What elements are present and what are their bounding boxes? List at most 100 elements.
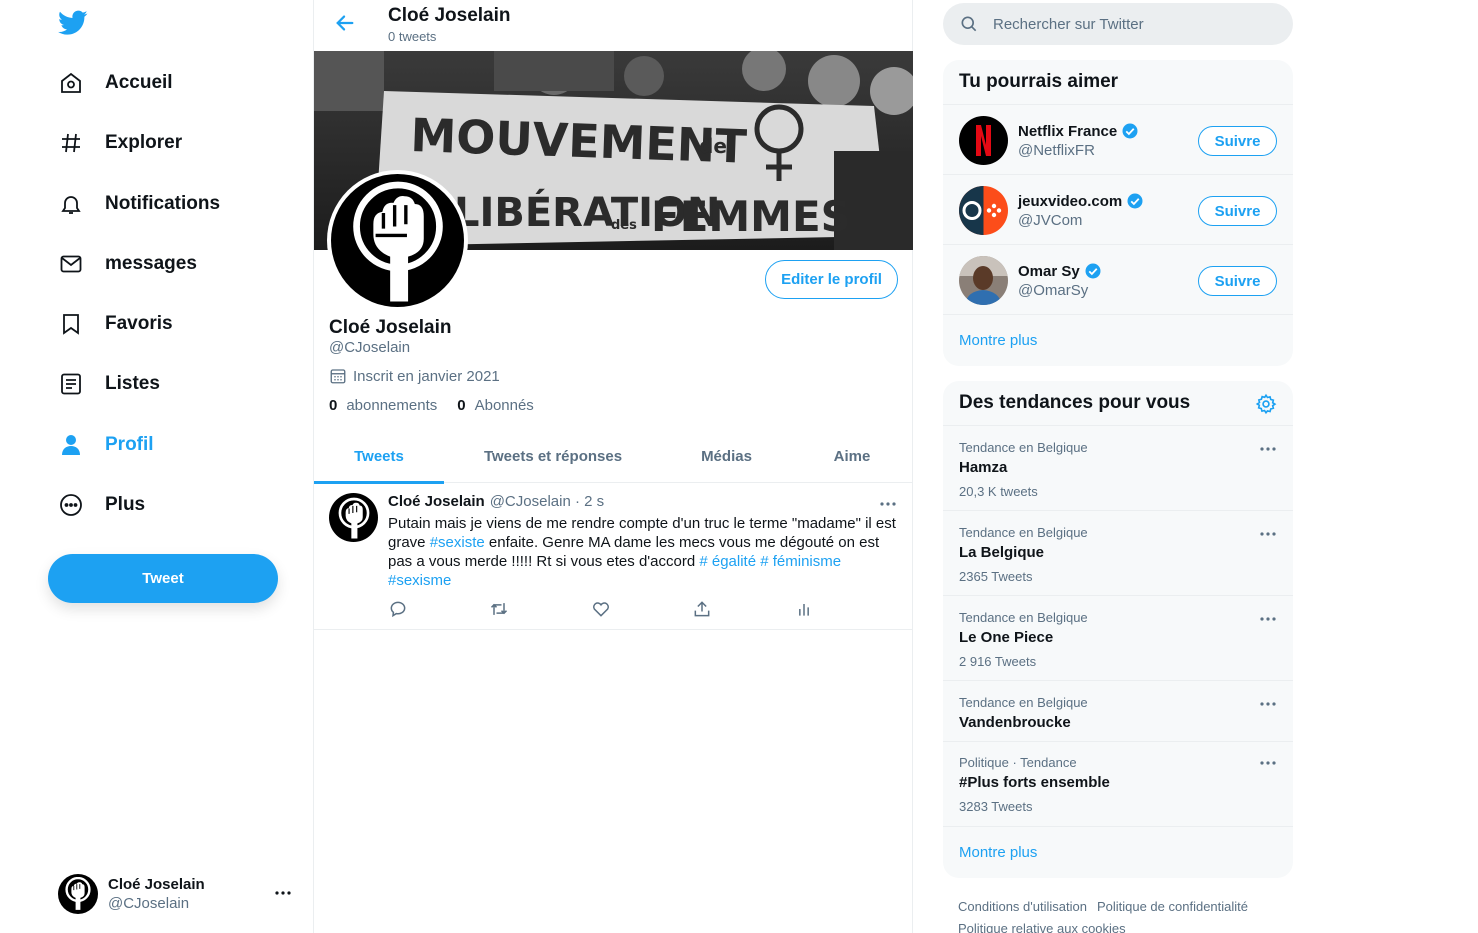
tweet-avatar[interactable] [329, 493, 378, 542]
suggested-account[interactable]: Omar Sy @OmarSy Suivre [943, 245, 1293, 315]
account-more-icon[interactable] [274, 884, 292, 907]
trend-item[interactable]: Tendance en Belgique Le One Piece 2 916 … [943, 596, 1293, 681]
trend-name: #Plus forts ensemble [959, 774, 1110, 791]
trend-name: Le One Piece [959, 629, 1054, 646]
trends-show-more[interactable]: Montre plus [943, 827, 1293, 877]
retweet-icon[interactable] [489, 599, 509, 619]
hashtag-link[interactable]: #sexisme [388, 572, 451, 589]
person-photo-icon [959, 256, 1008, 305]
tweet-author-name[interactable]: Cloé Joselain [388, 493, 485, 510]
tab-likes[interactable]: Aime [791, 429, 913, 483]
suggested-name: Omar Sy [1018, 262, 1102, 280]
nav-notifications[interactable]: Notifications [58, 184, 220, 224]
follow-button[interactable]: Suivre [1198, 266, 1277, 296]
footer-link[interactable]: Politique relative aux cookies [958, 921, 1126, 933]
edit-profile-button[interactable]: Editer le profil [765, 260, 898, 299]
hashtag-link[interactable]: # égalité [699, 553, 756, 570]
suggested-name: Netflix France [1018, 122, 1139, 140]
suggested-handle: @NetflixFR [1018, 142, 1095, 159]
profile-avatar[interactable] [327, 170, 468, 311]
trend-more-icon[interactable] [1259, 611, 1277, 629]
nav-lists[interactable]: Listes [58, 364, 160, 404]
trend-count: 20,3 K tweets [959, 484, 1038, 499]
back-arrow-icon[interactable] [334, 12, 356, 34]
trend-more-icon[interactable] [1259, 441, 1277, 459]
reply-icon[interactable] [388, 599, 408, 619]
follow-button[interactable]: Suivre [1198, 196, 1277, 226]
nav-more[interactable]: Plus [58, 485, 145, 525]
search-icon [961, 16, 977, 32]
trend-item[interactable]: Tendance en Belgique Vandenbroucke [943, 681, 1293, 742]
who-to-follow-show-more[interactable]: Montre plus [943, 315, 1293, 365]
trend-count: 2 916 Tweets [959, 654, 1037, 669]
profile-follow-stats: 0 abonnements 0 Abonnés [329, 397, 554, 414]
tab-media[interactable]: Médias [662, 429, 791, 483]
suggested-name-text: Omar Sy [1018, 262, 1080, 280]
trend-context: Tendance en Belgique [959, 525, 1088, 540]
avatar [58, 874, 98, 914]
nav-explore[interactable]: Explorer [58, 123, 182, 163]
nav-home[interactable]: Accueil [58, 63, 173, 103]
tweet-button[interactable]: Tweet [48, 554, 278, 603]
profile-joined-text: Inscrit en janvier 2021 [353, 367, 500, 385]
trend-context: Tendance en Belgique [959, 695, 1088, 710]
suggested-account[interactable]: Netflix France @NetflixFR Suivre [943, 105, 1293, 175]
account-switcher[interactable]: Cloé Joselain @CJoselain [58, 872, 298, 916]
trend-count: 3283 Tweets [959, 799, 1033, 814]
search-bar[interactable] [943, 3, 1293, 45]
header-tweet-count: 0 tweets [388, 29, 437, 44]
nav-bookmarks[interactable]: Favoris [58, 304, 173, 344]
search-input[interactable] [993, 15, 1273, 33]
main-column: Cloé Joselain 0 tweets MOUVEMENT de LIBÉ… [314, 0, 913, 933]
calendar-icon [330, 369, 346, 384]
tweet-item[interactable]: Cloé Joselain @CJoselain · 2 s Putain ma… [314, 483, 913, 630]
nav-notifications-label: Notifications [105, 193, 221, 214]
trend-item[interactable]: Tendance en Belgique La Belgique 2365 Tw… [943, 511, 1293, 596]
fist-icon [352, 181, 443, 301]
trend-item[interactable]: Politique · Tendance #Plus forts ensembl… [943, 742, 1293, 827]
suggested-name-text: jeuxvideo.com [1018, 192, 1123, 210]
trend-item[interactable]: Tendance en Belgique Hamza 20,3 K tweets [943, 426, 1293, 511]
footer-links: Conditions d'utilisation Politique de con… [958, 896, 1288, 933]
following-link[interactable]: 0 abonnements [329, 397, 437, 414]
home-icon [58, 70, 84, 96]
suggested-handle: @OmarSy [1018, 282, 1089, 299]
suggested-handle: @JVCom [1018, 212, 1083, 229]
tab-tweets-replies[interactable]: Tweets et réponses [444, 429, 662, 483]
gear-icon[interactable] [1255, 393, 1277, 415]
trend-more-icon[interactable] [1259, 696, 1277, 714]
analytics-icon[interactable] [794, 599, 814, 619]
fist-icon [338, 497, 369, 539]
footer-link[interactable]: Politique de confidentialité [1097, 899, 1248, 914]
twitter-logo-icon[interactable] [58, 10, 88, 36]
trend-more-icon[interactable] [1259, 755, 1277, 773]
like-heart-icon[interactable] [591, 599, 611, 619]
footer-link[interactable]: Conditions d'utilisation [958, 899, 1087, 914]
follow-button[interactable]: Suivre [1198, 126, 1277, 156]
hashtag-icon [58, 130, 84, 156]
tab-tweets[interactable]: Tweets [314, 429, 444, 484]
trend-context: Tendance en Belgique [959, 610, 1088, 625]
list-icon [58, 371, 84, 397]
suggested-account[interactable]: jeuxvideo.com @JVCom Suivre [943, 175, 1293, 245]
verified-badge-icon [1085, 263, 1101, 279]
banner-text-de: de [699, 134, 727, 158]
nav-messages[interactable]: messages [58, 244, 197, 284]
followers-count: 0 [457, 397, 466, 414]
share-icon[interactable] [692, 599, 712, 619]
hashtag-link[interactable]: # féminisme [760, 553, 841, 570]
hashtag-link[interactable]: #sexiste [430, 534, 485, 551]
suggested-name: jeuxvideo.com [1018, 192, 1144, 210]
verified-badge-icon [1127, 193, 1143, 209]
following-label: abonnements [346, 397, 438, 414]
tweet-text: Putain mais je viens de me rendre compte… [388, 514, 903, 590]
trend-context: Politique · Tendance [959, 755, 1077, 770]
avatar [959, 186, 1008, 235]
trend-more-icon[interactable] [1259, 526, 1277, 544]
followers-link[interactable]: 0 Abonnés [457, 397, 534, 414]
nav-profile[interactable]: Profil [58, 425, 154, 465]
tweet-actions [388, 599, 818, 621]
who-to-follow-title: Tu pourrais aimer [943, 60, 1293, 105]
trends-card: Des tendances pour vous Tendance en Belg… [943, 381, 1293, 878]
header-name: Cloé Joselain [388, 5, 511, 26]
